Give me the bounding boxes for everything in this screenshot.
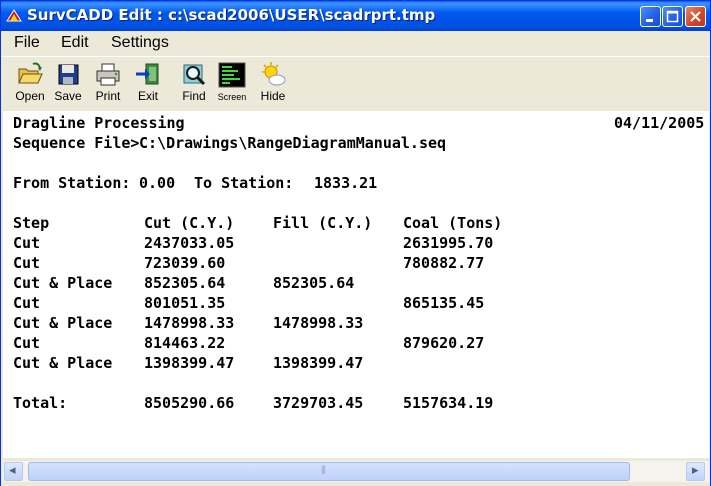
chevron-left-icon: ◂ [9,463,16,478]
hide-label: Hide [260,89,286,103]
cut-cell: 1478998.33 [144,314,235,332]
coal-cell: 780882.77 [403,254,485,272]
step-cell: Cut & Place [13,274,113,292]
fill-cell: 852305.64 [273,274,355,292]
hide-button[interactable]: Hide [257,61,289,103]
cut-cell: 2437033.05 [144,234,235,252]
menu-bar: File Edit Settings [1,31,710,55]
coal-cell: 879620.27 [403,334,485,352]
step-cell: Cut [13,234,41,252]
print-button[interactable]: Print [91,61,125,103]
to-station-label: To Station: [194,174,294,192]
exit-button[interactable]: Exit [133,61,163,103]
find-magnifier-icon [183,64,206,86]
find-label: Find [182,89,206,103]
printer-icon [96,63,120,86]
save-label: Save [54,89,82,103]
fill-cell: 1398399.47 [273,354,364,372]
screen-label: Screen [217,92,247,102]
close-icon [690,11,701,22]
floppy-disk-icon [58,64,79,85]
cut-cell: 852305.64 [144,274,226,292]
sequence-label: Sequence File> [13,134,140,152]
menu-edit[interactable]: Edit [61,34,89,52]
scroll-right-button[interactable]: ▸ [686,462,705,481]
scroll-thumb[interactable]: ⦀ [28,462,630,481]
column-header: Fill (C.Y.) [273,214,373,232]
coal-cell: 2631995.70 [403,234,494,252]
minimize-button[interactable] [640,6,661,27]
fill-cell: 1478998.33 [273,314,364,332]
step-cell: Cut & Place [13,314,113,332]
menu-settings[interactable]: Settings [111,34,169,52]
folder-open-icon [18,62,43,84]
find-button[interactable]: Find [179,61,209,103]
grip-icon: ⦀ [321,464,326,477]
screen-monitor-icon [218,62,246,88]
scroll-left-button[interactable]: ◂ [4,462,23,481]
from-station-label: From Station: [13,174,131,192]
step-cell: Cut & Place [13,354,113,372]
app-window: SurvCADD Edit : c:\scad2006\USER\scadrpr… [0,0,711,486]
print-label: Print [95,89,121,103]
screen-button[interactable]: Screen [214,61,250,102]
column-header: Step [13,214,50,232]
column-header: Cut (C.Y.) [144,214,235,232]
step-cell: Cut [13,334,41,352]
open-button[interactable]: Open [13,61,47,103]
total-coal: 5157634.19 [403,394,494,412]
cut-cell: 814463.22 [144,334,226,352]
to-station-value: 1833.21 [314,174,378,192]
app-icon [6,9,22,22]
sun-cloud-icon [262,62,286,86]
coal-cell: 865135.45 [403,294,485,312]
sequence-path: C:\Drawings\RangeDiagramManual.seq [139,134,447,152]
column-header: Coal (Tons) [403,214,503,232]
total-cut: 8505290.66 [144,394,235,412]
toolbar: Open Save Print Exit Find Screen Hide [1,56,710,111]
maximize-button[interactable] [662,6,683,27]
cut-cell: 801051.35 [144,294,226,312]
report-header: Dragline Processing [13,114,185,132]
title-bar[interactable]: SurvCADD Edit : c:\scad2006\USER\scadrpr… [1,1,710,31]
close-button[interactable] [685,6,706,27]
menu-file[interactable]: File [14,34,40,52]
total-label: Total: [13,394,68,412]
horizontal-scrollbar[interactable]: ◂ ⦀ ▸ [3,461,709,482]
maximize-icon [666,10,679,23]
window-title: SurvCADD Edit : c:\scad2006\USER\scadrpr… [27,6,436,24]
total-fill: 3729703.45 [273,394,364,412]
step-cell: Cut [13,294,41,312]
chevron-right-icon: ▸ [692,463,699,478]
cut-cell: 1398399.47 [144,354,235,372]
from-station-value: 0.00 [139,174,176,192]
report-date: 04/11/2005 [614,114,705,132]
exit-door-icon [136,63,159,85]
minimize-icon [646,19,653,22]
cut-cell: 723039.60 [144,254,226,272]
open-label: Open [15,89,45,103]
save-button[interactable]: Save [53,61,83,103]
step-cell: Cut [13,254,41,272]
exit-label: Exit [137,89,158,103]
report-text-area[interactable]: Dragline Processing 04/11/2005 Sequence … [3,111,709,458]
